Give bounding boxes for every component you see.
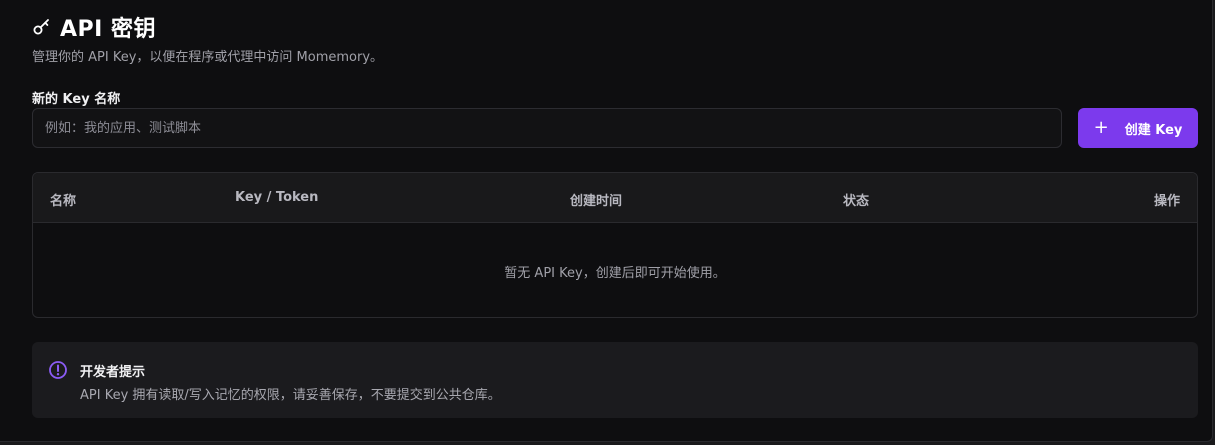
info-icon <box>48 360 68 380</box>
column-header-actions: 操作 <box>1153 194 1180 209</box>
key-name-input[interactable] <box>32 108 1062 148</box>
plus-icon: + <box>1093 117 1109 138</box>
column-header-status: 状态 <box>843 194 870 209</box>
table-header: 名称 Key / Token 创建时间 状态 操作 <box>33 173 1197 223</box>
create-key-button[interactable]: + 创建 Key <box>1078 108 1198 148</box>
tip-text: API Key 拥有读取/写入记忆的权限，请妥善保存，不要提交到公共仓库。 <box>80 388 501 403</box>
column-header-key-token: Key / Token <box>235 190 319 205</box>
page-title: API 密钥 <box>60 17 156 42</box>
api-keys-panel: API 密钥 管理你的 API Key，以便在程序或代理中访问 Momemory… <box>0 0 1213 442</box>
key-name-label: 新的 Key 名称 <box>32 92 121 107</box>
api-keys-table: 名称 Key / Token 创建时间 状态 操作 暂无 API Key，创建后… <box>32 172 1198 318</box>
empty-state-text: 暂无 API Key，创建后即可开始使用。 <box>504 266 726 281</box>
page-header: API 密钥 <box>32 11 156 43</box>
page-subtitle: 管理你的 API Key，以便在程序或代理中访问 Momemory。 <box>32 50 384 65</box>
create-key-label: 创建 Key <box>1124 122 1183 138</box>
key-icon <box>32 16 54 38</box>
column-header-name: 名称 <box>50 194 77 209</box>
tip-title: 开发者提示 <box>80 365 146 380</box>
column-header-created-at: 创建时间 <box>570 194 623 209</box>
developer-tip: 开发者提示 API Key 拥有读取/写入记忆的权限，请妥善保存，不要提交到公共… <box>32 342 1198 418</box>
